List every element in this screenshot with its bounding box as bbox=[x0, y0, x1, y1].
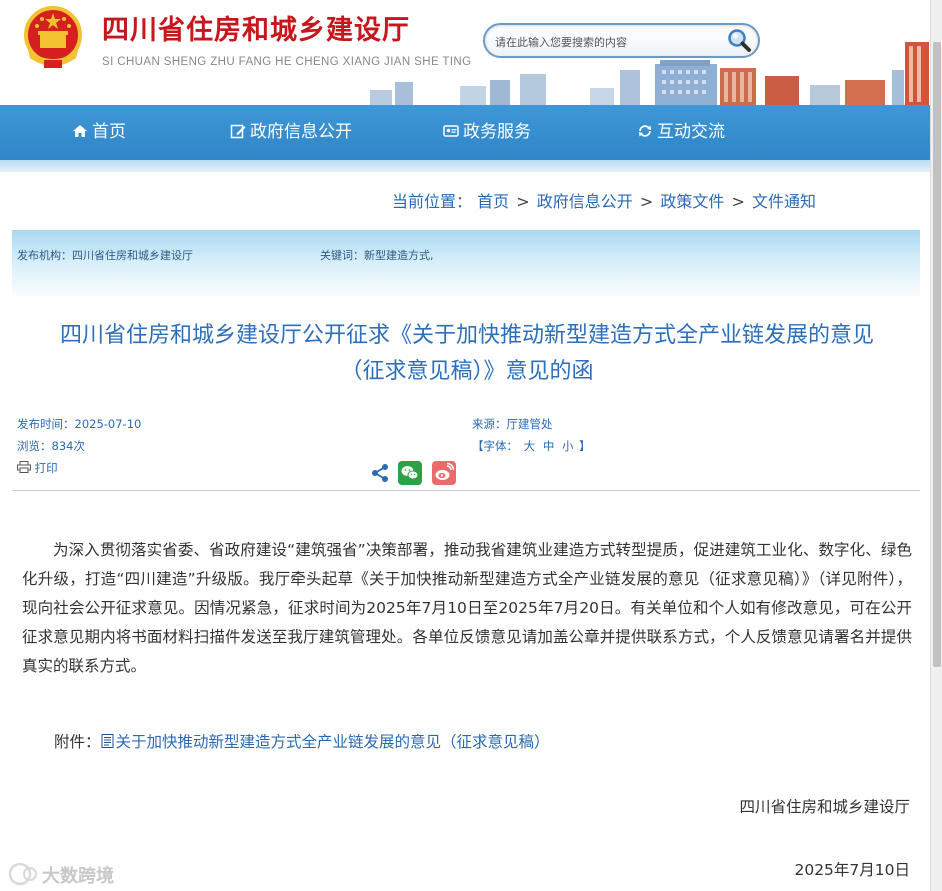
publish-time-value: 2025-07-10 bbox=[74, 417, 142, 431]
search-icon[interactable] bbox=[726, 28, 752, 54]
article-title-line2: （征求意见稿）》意见的函 bbox=[340, 359, 594, 384]
breadcrumb-policy-docs[interactable]: 政策文件 bbox=[660, 192, 724, 211]
signature: 四川省住房和城乡建设厅 bbox=[739, 798, 910, 816]
nav-underline-band bbox=[0, 160, 942, 172]
nav-item-label: 互动交流 bbox=[657, 122, 725, 142]
search-box bbox=[483, 23, 760, 58]
home-icon bbox=[73, 125, 87, 137]
breadcrumb: 当前位置： 首页 > 政府信息公开 > 政策文件 > 文件通知 bbox=[392, 188, 816, 212]
search-input[interactable] bbox=[495, 33, 725, 51]
view-count-value: 834次 bbox=[51, 439, 85, 453]
article-body: 为深入贯彻落实省委、省政府建设“建筑强省”决策部署，推动我省建筑业建造方式转型提… bbox=[22, 541, 912, 675]
share-icon[interactable] bbox=[368, 461, 392, 485]
article-title-line1: 四川省住房和城乡建设厅公开征求《关于加快推动新型建造方式全产业链发展的意见 bbox=[59, 323, 874, 348]
attachment-label: 附件： bbox=[54, 733, 101, 751]
font-size-medium[interactable]: 中 bbox=[543, 439, 555, 453]
publisher-value: 四川省住房和城乡建设厅 bbox=[72, 249, 193, 262]
wechat-icon[interactable] bbox=[398, 461, 422, 485]
breadcrumb-separator: > bbox=[639, 192, 654, 211]
keywords-field: 关键词：新型建造方式, bbox=[320, 247, 434, 263]
weibo-icon[interactable] bbox=[432, 461, 456, 485]
font-size-large[interactable]: 大 bbox=[524, 439, 536, 453]
attachment-link[interactable]: 关于加快推动新型建造方式全产业链发展的意见（征求意见稿） bbox=[116, 733, 550, 751]
nav-item-label: 政务服务 bbox=[463, 122, 531, 142]
nav-item-label: 政府信息公开 bbox=[250, 122, 352, 142]
printer-icon bbox=[17, 461, 31, 473]
font-size-label: 【字体： bbox=[472, 439, 518, 453]
scrollbar-thumb[interactable] bbox=[933, 42, 941, 667]
nav-item-interaction[interactable]: 互动交流 bbox=[637, 105, 725, 160]
nav-item-gov-info[interactable]: 政府信息公开 bbox=[230, 105, 352, 160]
print-button[interactable]: 打印 bbox=[17, 460, 58, 476]
breadcrumb-prefix: 当前位置： bbox=[392, 192, 473, 211]
font-size-label-close: 】 bbox=[579, 439, 591, 453]
breadcrumb-home[interactable]: 首页 bbox=[477, 192, 509, 211]
publish-time-label: 发布时间： bbox=[17, 417, 75, 431]
content-divider bbox=[12, 490, 920, 491]
sign-date: 2025年7月10日 bbox=[794, 861, 910, 879]
keywords-value: 新型建造方式, bbox=[364, 249, 434, 262]
breadcrumb-gov-info[interactable]: 政府信息公开 bbox=[537, 192, 633, 211]
edit-icon bbox=[230, 124, 246, 139]
main-nav: 首页 政府信息公开 政务服务 互动交流 bbox=[0, 105, 942, 160]
source-label: 来源： bbox=[472, 417, 507, 431]
vertical-scrollbar[interactable] bbox=[930, 0, 942, 891]
national-emblem-icon bbox=[24, 6, 82, 68]
keywords-label: 关键词： bbox=[320, 249, 364, 262]
breadcrumb-separator: > bbox=[731, 192, 745, 211]
word-document-icon bbox=[101, 734, 114, 748]
publish-time: 发布时间：2025-07-10 bbox=[17, 416, 141, 432]
article-title: 四川省住房和城乡建设厅公开征求《关于加快推动新型建造方式全产业链发展的意见 （征… bbox=[14, 318, 920, 390]
document-meta-band: 发布机构：四川省住房和城乡建设厅 关键词：新型建造方式, bbox=[12, 230, 920, 300]
view-count: 浏览：834次 bbox=[17, 438, 85, 454]
interact-icon bbox=[639, 125, 651, 137]
font-size-control: 【字体： 大 中 小 】 bbox=[472, 438, 591, 454]
breadcrumb-separator: > bbox=[516, 192, 530, 211]
breadcrumb-notices[interactable]: 文件通知 bbox=[752, 192, 816, 211]
service-icon bbox=[443, 125, 459, 137]
view-count-label: 浏览： bbox=[17, 439, 52, 453]
publisher-label: 发布机构： bbox=[17, 249, 72, 262]
nav-item-home[interactable]: 首页 bbox=[72, 105, 126, 160]
font-size-small[interactable]: 小 bbox=[562, 439, 574, 453]
attachment: 附件： 关于加快推动新型建造方式全产业链发展的意见（征求意见稿） bbox=[54, 730, 550, 752]
print-label: 打印 bbox=[34, 461, 58, 475]
nav-item-gov-service[interactable]: 政务服务 bbox=[443, 105, 531, 160]
source: 来源：厅建管处 bbox=[472, 416, 553, 432]
source-value: 厅建管处 bbox=[506, 417, 553, 431]
watermark-text: 大数跨境 bbox=[42, 866, 114, 887]
nav-item-label: 首页 bbox=[92, 122, 126, 142]
publisher-field: 发布机构：四川省住房和城乡建设厅 bbox=[17, 247, 193, 263]
site-header: 四川省住房和城乡建设厅 SI CHUAN SHENG ZHU FANG HE C… bbox=[0, 0, 942, 105]
